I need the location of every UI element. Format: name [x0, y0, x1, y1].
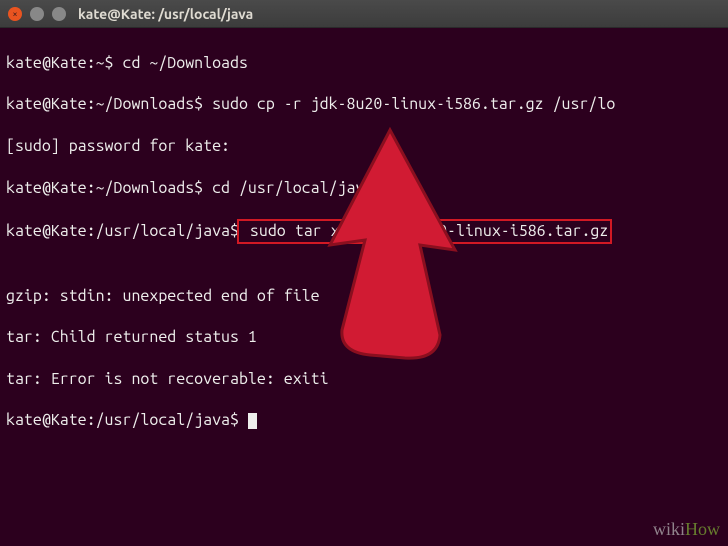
terminal-line: kate@Kate:/usr/local/java$: [6, 410, 722, 431]
terminal-line: gzip: stdin: unexpected end of file: [6, 286, 722, 307]
close-button[interactable]: ×: [8, 7, 22, 21]
terminal-line: kate@Kate:/usr/local/java$ sudo tar xvzf…: [6, 219, 722, 244]
terminal-line: kate@Kate:~/Downloads$ sudo cp -r jdk-8u…: [6, 94, 722, 115]
watermark: wikiHow: [653, 519, 720, 540]
terminal-line: [sudo] password for kate:: [6, 136, 722, 157]
terminal-line: tar: Child returned status 1: [6, 327, 722, 348]
window-title: kate@Kate: /usr/local/java: [78, 6, 253, 22]
terminal-line: tar: Error is not recoverable: exiti: [6, 369, 722, 390]
terminal-line: kate@Kate:~/Downloads$ cd /usr/local/jav…: [6, 178, 722, 199]
terminal-body[interactable]: kate@Kate:~$ cd ~/Downloads kate@Kate:~/…: [0, 28, 728, 456]
terminal-cursor: [248, 413, 257, 429]
minimize-button[interactable]: [30, 7, 44, 21]
window-controls: ×: [8, 7, 66, 21]
window-titlebar: × kate@Kate: /usr/local/java: [0, 0, 728, 28]
terminal-line: kate@Kate:~$ cd ~/Downloads: [6, 53, 722, 74]
maximize-button[interactable]: [52, 7, 66, 21]
highlighted-command: sudo tar xvzf jdk-8u20-linux-i586.tar.gz: [237, 219, 612, 244]
